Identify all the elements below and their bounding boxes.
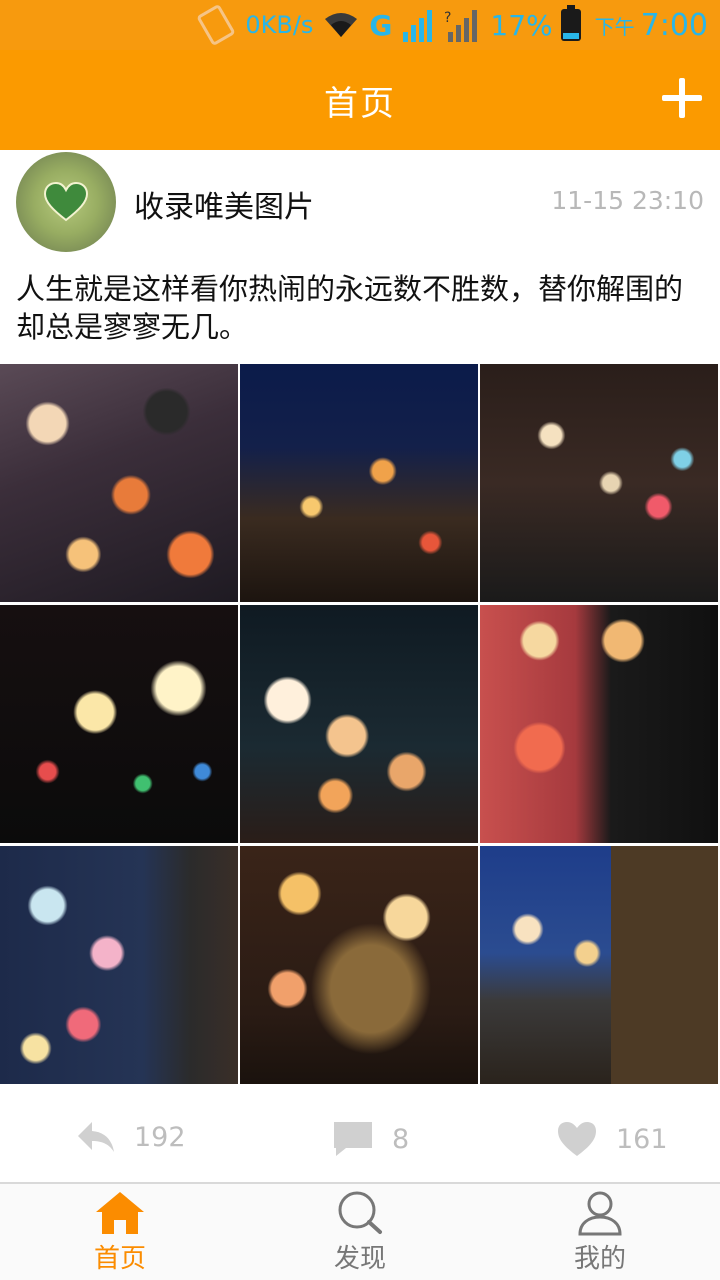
signal-unknown-icon: ?: [444, 8, 480, 42]
ampm-label: 下午: [594, 14, 635, 39]
tab-discover[interactable]: 发现: [240, 1184, 480, 1280]
tab-home[interactable]: 首页: [0, 1184, 240, 1280]
profile-icon: [578, 1191, 622, 1236]
bottom-nav: 首页 发现 我的: [0, 1182, 720, 1280]
photo-star-lights[interactable]: [0, 605, 238, 843]
add-button[interactable]: [662, 78, 702, 118]
tab-discover-label: 发现: [333, 1244, 386, 1274]
avatar[interactable]: [16, 152, 116, 252]
clock: 7:00: [640, 7, 708, 43]
battery-percent: 17%: [490, 8, 553, 42]
wifi-icon: [323, 11, 359, 39]
app-bar: 首页: [0, 50, 720, 150]
repost-icon: [78, 1122, 114, 1152]
repost-count: 192: [134, 1121, 186, 1153]
vibrate-icon: [196, 3, 237, 47]
svg-text:?: ?: [444, 10, 451, 26]
photo-book-heart[interactable]: [240, 846, 478, 1084]
comment-count: 8: [392, 1123, 410, 1155]
author-name[interactable]: 收录唯美图片: [134, 182, 314, 226]
status-bar: 0KB/s G ? 17% 下午 7:00: [0, 0, 720, 50]
tab-home-label: 首页: [93, 1244, 146, 1274]
tab-me-label: 我的: [573, 1244, 626, 1274]
post-header: 收录唯美图片 11-15 23:10: [0, 150, 720, 260]
net-speed: 0KB/s: [245, 11, 314, 39]
comment-button[interactable]: 8: [332, 1120, 409, 1158]
search-icon: [338, 1191, 382, 1234]
page-title: 首页: [324, 83, 396, 124]
heart-icon: [43, 182, 89, 222]
photo-camera-bokeh[interactable]: [480, 605, 718, 843]
photo-city-lights-man[interactable]: [0, 846, 238, 1084]
photo-night-street[interactable]: [240, 364, 478, 602]
battery-icon: [560, 5, 581, 41]
photo-tree-lights[interactable]: [480, 364, 718, 602]
photo-bokeh-dark-sky[interactable]: [240, 605, 478, 843]
home-icon: [96, 1192, 144, 1234]
like-button[interactable]: 161: [556, 1120, 668, 1158]
post-actions: 192 8 161: [0, 1100, 720, 1180]
like-count: 161: [616, 1123, 668, 1155]
heart-icon: [558, 1122, 596, 1156]
repost-button[interactable]: 192: [76, 1120, 186, 1154]
signal-icon: [402, 8, 434, 42]
tab-me[interactable]: 我的: [480, 1184, 720, 1280]
photo-grid: [0, 364, 720, 1084]
photo-bokeh-traffic-light[interactable]: [0, 364, 238, 602]
post-timestamp: 11-15 23:10: [551, 186, 704, 215]
network-type: G: [369, 8, 393, 42]
photo-bench-city[interactable]: [480, 846, 718, 1084]
post-text: 人生就是这样看你热闹的永远数不胜数，替你解围的却总是寥寥无几。: [16, 272, 684, 344]
comment-icon: [334, 1122, 372, 1156]
